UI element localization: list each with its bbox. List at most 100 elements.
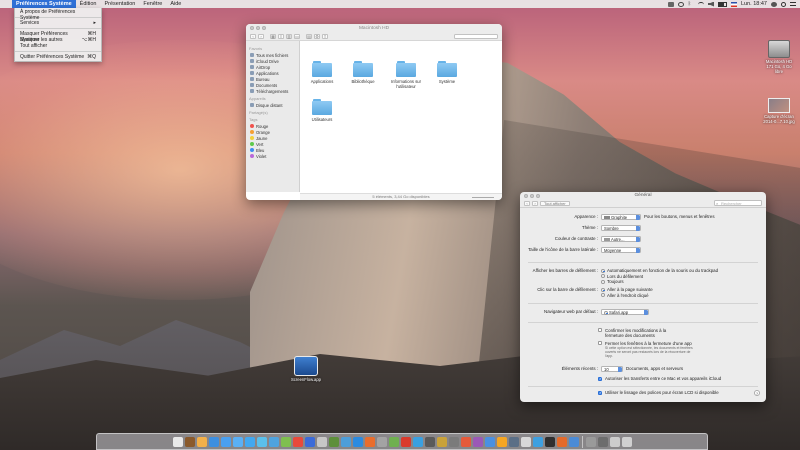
- folder-applications[interactable]: Applications: [305, 61, 339, 84]
- dropbox-icon[interactable]: [668, 1, 674, 7]
- handoff-row[interactable]: Autoriser les transferts entre ce Mac et…: [598, 376, 721, 381]
- sidebar-item-downloads[interactable]: Téléchargements: [248, 88, 297, 94]
- icon-view-button[interactable]: ▦: [270, 33, 276, 39]
- dock-app-icon[interactable]: [316, 436, 327, 447]
- dock-app-icon[interactable]: [484, 436, 495, 447]
- dock-app-icon[interactable]: [597, 436, 608, 447]
- folder-system[interactable]: Système: [430, 61, 464, 84]
- show-all-button[interactable]: Tout afficher: [540, 200, 570, 206]
- menu-window[interactable]: Fenêtre: [139, 0, 166, 8]
- folder-user-info[interactable]: Informations sur l'utilisateur: [387, 61, 425, 89]
- dock-app-icon[interactable]: [621, 436, 632, 447]
- dock-app-icon[interactable]: [496, 436, 507, 447]
- menu-item-services[interactable]: Services ▸: [15, 20, 101, 26]
- battery-icon[interactable]: [718, 1, 727, 7]
- menu-item-about[interactable]: À propos de Préférences Système: [15, 9, 101, 21]
- dock-app-icon[interactable]: [448, 436, 459, 447]
- help-button[interactable]: ?: [754, 390, 760, 396]
- dock-app-icon[interactable]: [412, 436, 423, 447]
- column-view-button[interactable]: ▥: [286, 33, 292, 39]
- dock-app-icon[interactable]: [568, 436, 579, 447]
- dock-app-icon[interactable]: [364, 436, 375, 447]
- volume-icon[interactable]: [708, 1, 714, 7]
- appearance-popup[interactable]: Graphite: [601, 214, 641, 220]
- folder-users[interactable]: Utilisateurs: [305, 99, 339, 122]
- lcd-smoothing-checkbox[interactable]: [598, 390, 602, 395]
- wifi-icon[interactable]: [698, 1, 704, 7]
- dock-app-icon[interactable]: [256, 436, 267, 447]
- dock-app-icon[interactable]: [460, 436, 471, 447]
- dock-app-icon[interactable]: [388, 436, 399, 447]
- confirm-changes-row[interactable]: Confirmer les modifications à la fermetu…: [598, 328, 667, 338]
- dock-app-icon[interactable]: [268, 436, 279, 447]
- icon-size-slider[interactable]: [472, 197, 494, 198]
- dock-app-icon[interactable]: [196, 436, 207, 447]
- dock-app-icon[interactable]: [352, 436, 363, 447]
- dock-app-icon[interactable]: [172, 436, 183, 447]
- dock-app-icon[interactable]: [292, 436, 303, 447]
- dock-app-icon[interactable]: [376, 436, 387, 447]
- dock-app-icon[interactable]: [208, 436, 219, 447]
- close-windows-row[interactable]: Fermer les fenêtres à la fermeture d'une…: [598, 341, 697, 358]
- dock-app-icon[interactable]: [400, 436, 411, 447]
- menu-app-name[interactable]: Préférences Système: [12, 0, 76, 8]
- back-button[interactable]: ‹: [524, 200, 530, 206]
- desktop-screenshot-icon[interactable]: Capture d'écran 2014-0...7.10.jpg: [760, 98, 798, 124]
- theme-popup[interactable]: Sombre: [601, 225, 641, 231]
- dock-app-icon[interactable]: [220, 436, 231, 447]
- bluetooth-icon[interactable]: ᛒ: [688, 1, 694, 7]
- dock-app-icon[interactable]: [520, 436, 531, 447]
- dock-app-icon[interactable]: [472, 436, 483, 447]
- sidebar-size-popup[interactable]: Moyenne: [601, 247, 641, 253]
- dock-app-icon[interactable]: [424, 436, 435, 447]
- flag-icon[interactable]: [731, 1, 737, 7]
- click-scroll-option-next-page[interactable]: Aller à la page suivante: [601, 287, 653, 293]
- dock-app-icon[interactable]: [556, 436, 567, 447]
- confirm-changes-checkbox[interactable]: [598, 328, 602, 332]
- finder-titlebar[interactable]: Macintosh HD: [246, 24, 502, 32]
- dock-app-icon[interactable]: [532, 436, 543, 447]
- browser-popup[interactable]: Safari.app: [601, 309, 649, 315]
- scrollbars-option-auto[interactable]: Automatiquement en fonction de la souris…: [601, 268, 718, 274]
- dock-app-icon[interactable]: [544, 436, 555, 447]
- dock-app-icon[interactable]: [609, 436, 620, 447]
- prefs-search-field[interactable]: ⌕ Rechercher: [714, 200, 762, 206]
- prefs-titlebar[interactable]: Général: [520, 192, 766, 199]
- dock-app-icon[interactable]: [340, 436, 351, 447]
- menu-view[interactable]: Présentation: [100, 0, 139, 8]
- close-windows-checkbox[interactable]: [598, 341, 602, 345]
- menu-item-quit[interactable]: Quitter Préférences Système ⌘Q: [15, 54, 101, 60]
- dock-app-icon[interactable]: [328, 436, 339, 447]
- dock-app-icon[interactable]: [436, 436, 447, 447]
- highlight-popup[interactable]: Autre...: [601, 236, 641, 242]
- forward-button[interactable]: ›: [258, 33, 264, 39]
- notification-center-icon[interactable]: [790, 2, 796, 6]
- handoff-checkbox[interactable]: [598, 376, 602, 381]
- back-button[interactable]: ‹: [250, 33, 256, 39]
- click-scroll-option-clicked-spot[interactable]: Aller à l'endroit cliqué: [601, 293, 653, 299]
- dock-app-icon[interactable]: [304, 436, 315, 447]
- menu-help[interactable]: Aide: [166, 0, 185, 8]
- dock-app-icon[interactable]: [280, 436, 291, 447]
- list-view-button[interactable]: ≡: [278, 33, 284, 39]
- spotlight-icon[interactable]: [781, 1, 786, 7]
- user-icon[interactable]: [771, 1, 777, 7]
- folder-library[interactable]: Bibliothèque: [346, 61, 380, 84]
- scrollbars-option-always[interactable]: Toujours: [601, 279, 718, 285]
- menu-item-show-all[interactable]: Tout afficher: [15, 43, 101, 49]
- arrange-button[interactable]: ▤: [306, 33, 312, 39]
- share-button[interactable]: ⇪: [322, 33, 328, 39]
- desktop-screenflow-icon[interactable]: ScreenFlow.app: [286, 356, 326, 382]
- coverflow-view-button[interactable]: ▭: [294, 33, 300, 39]
- sidebar-item-remote-disc[interactable]: Disque distant: [248, 102, 297, 108]
- dock-app-icon[interactable]: [585, 436, 596, 447]
- recent-items-popup[interactable]: 10: [601, 366, 623, 372]
- dock-app-icon[interactable]: [184, 436, 195, 447]
- action-button[interactable]: ⚙: [314, 33, 320, 39]
- menu-edit[interactable]: Édition: [76, 0, 101, 8]
- forward-button[interactable]: ›: [532, 200, 538, 206]
- dock-app-icon[interactable]: [232, 436, 243, 447]
- sidebar-tag-purple[interactable]: Violet: [248, 153, 297, 159]
- desktop-hd-icon[interactable]: Macintosh HD 171 Go, 4 Go libre: [762, 40, 796, 74]
- lcd-smoothing-row[interactable]: Utiliser le lissage des polices pour écr…: [598, 390, 719, 395]
